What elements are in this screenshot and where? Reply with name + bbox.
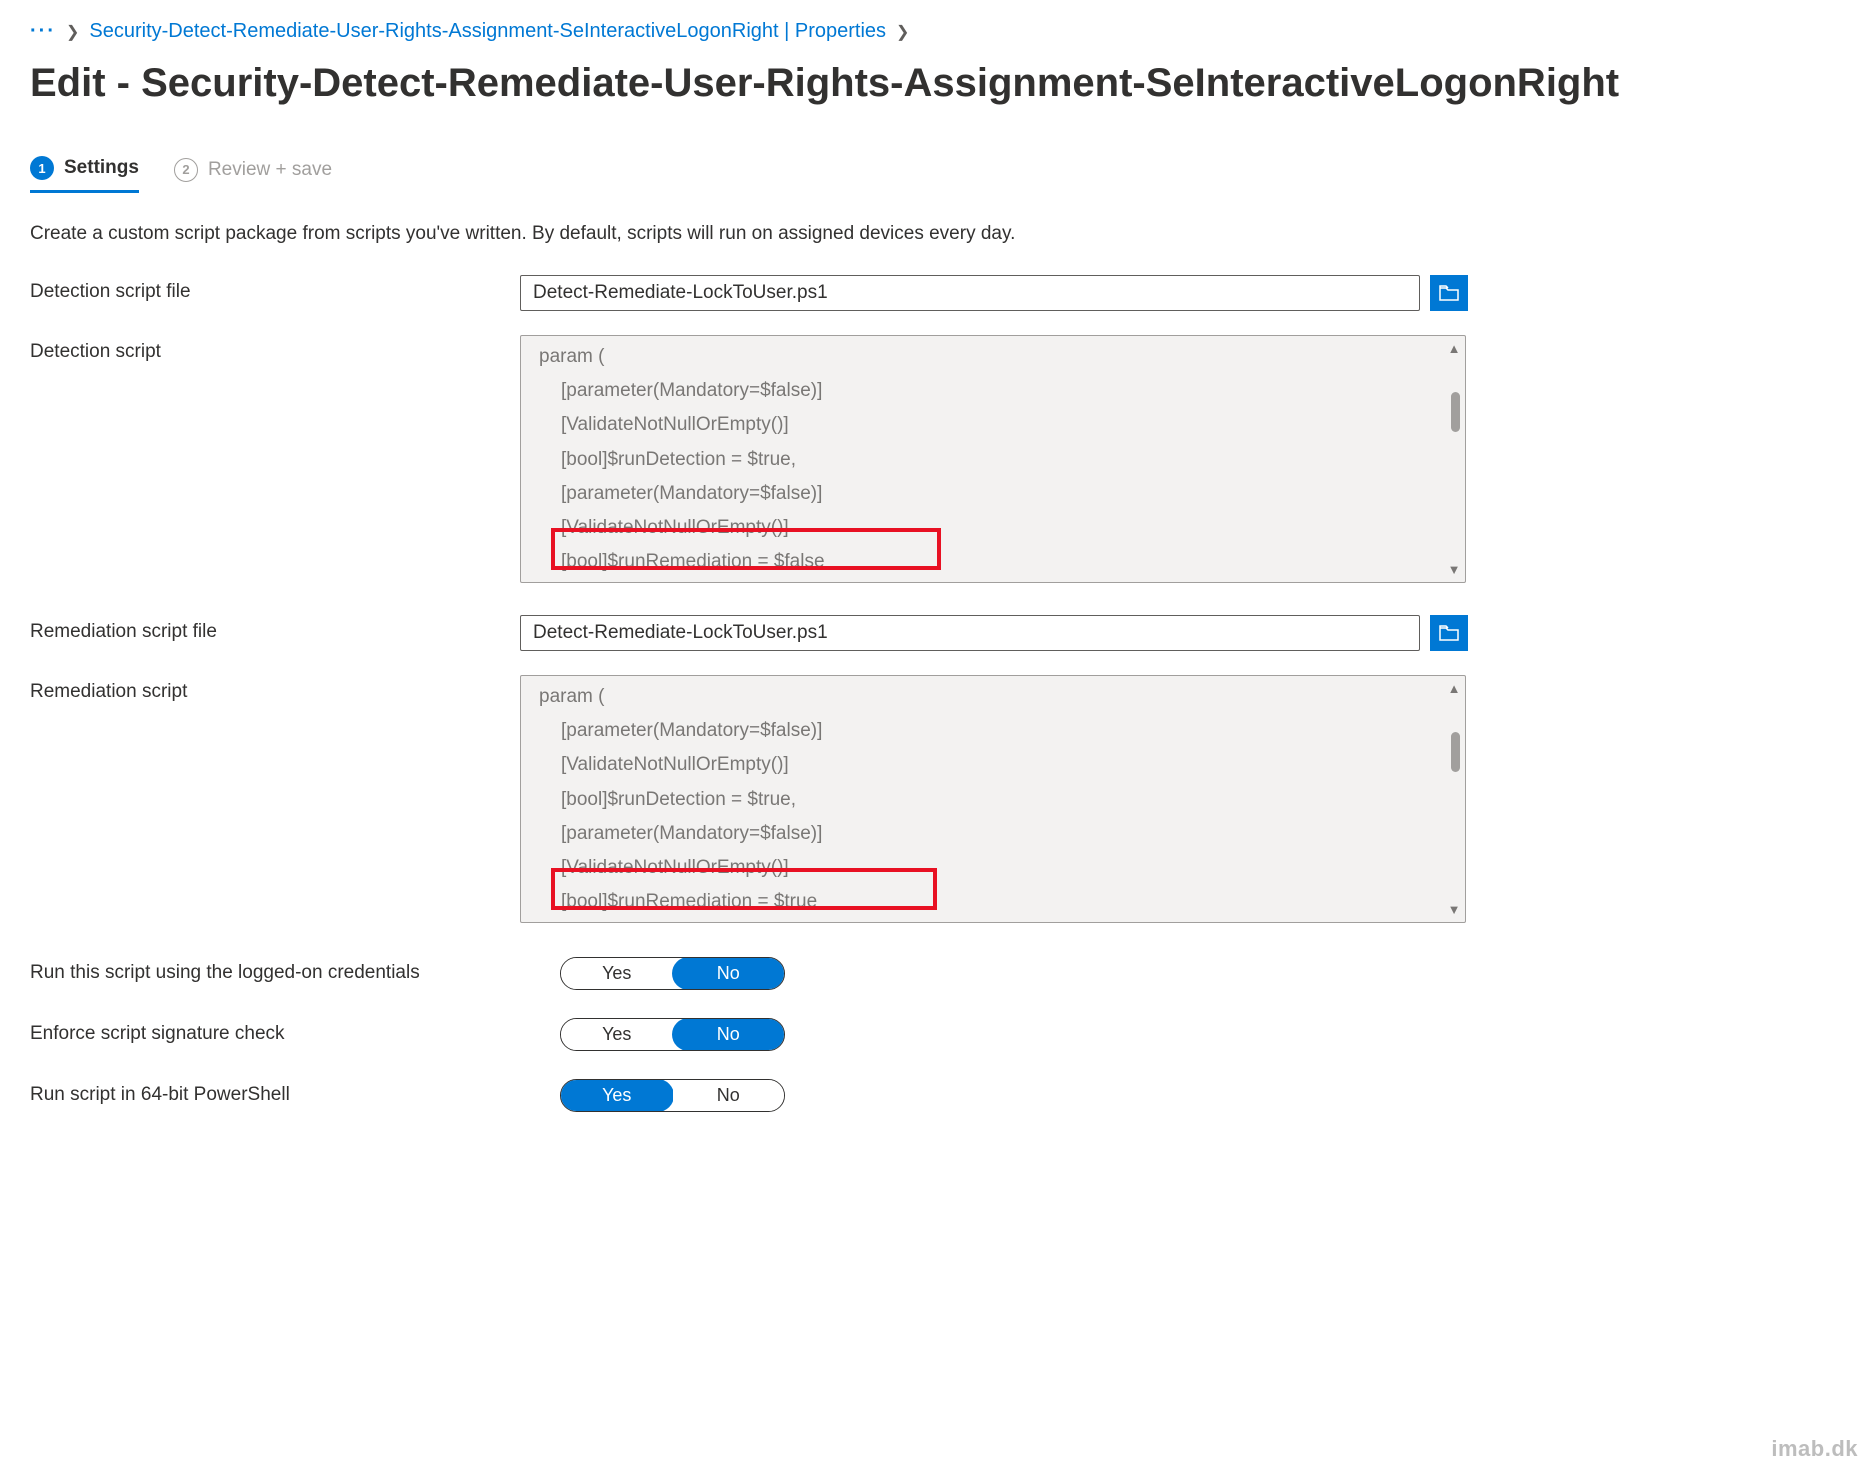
breadcrumb: ··· ❯ Security-Detect-Remediate-User-Rig… (30, 20, 1838, 43)
label-remediation-file: Remediation script file (30, 615, 520, 643)
page-title: Edit - Security-Detect-Remediate-User-Ri… (30, 61, 1838, 106)
detection-file-input[interactable] (520, 275, 1420, 311)
step-badge-1: 1 (30, 156, 54, 180)
wizard-step-settings[interactable]: 1 Settings (30, 156, 139, 193)
toggle-enforce-sig[interactable]: Yes No (560, 1018, 785, 1051)
remediation-file-browse-button[interactable] (1430, 615, 1468, 651)
watermark: imab.dk (1771, 1436, 1858, 1462)
step-label-review: Review + save (208, 159, 332, 181)
step-label-settings: Settings (64, 157, 139, 179)
folder-icon (1439, 285, 1459, 301)
detection-code-content: param ( [parameter(Mandatory=$false)][Va… (539, 340, 1443, 579)
label-run-64bit: Run script in 64-bit PowerShell (30, 1081, 560, 1110)
toggle-run-64bit[interactable]: Yes No (560, 1079, 785, 1112)
detection-script-area[interactable]: param ( [parameter(Mandatory=$false)][Va… (520, 335, 1466, 583)
scrollbar[interactable]: ▲ ▼ (1446, 342, 1462, 576)
chevron-right-icon: ❯ (896, 22, 909, 42)
toggle-no[interactable]: No (672, 957, 786, 990)
label-detection-file: Detection script file (30, 275, 520, 303)
scroll-down-icon[interactable]: ▼ (1448, 903, 1461, 916)
intro-text: Create a custom script package from scri… (30, 223, 1838, 245)
toggle-yes[interactable]: Yes (561, 958, 673, 989)
breadcrumb-ellipsis[interactable]: ··· (30, 20, 56, 43)
folder-icon (1439, 625, 1459, 641)
remediation-script-area[interactable]: param ( [parameter(Mandatory=$false)][Va… (520, 675, 1466, 923)
remediation-code-content: param ( [parameter(Mandatory=$false)][Va… (539, 680, 1443, 919)
toggle-yes[interactable]: Yes (560, 1079, 674, 1112)
step-badge-2: 2 (174, 158, 198, 182)
chevron-right-icon: ❯ (66, 22, 79, 42)
toggle-no[interactable]: No (672, 1018, 786, 1051)
label-enforce-sig: Enforce script signature check (30, 1020, 560, 1049)
toggle-no[interactable]: No (673, 1080, 785, 1111)
scroll-up-icon[interactable]: ▲ (1448, 682, 1461, 695)
breadcrumb-link-properties[interactable]: Security-Detect-Remediate-User-Rights-As… (89, 20, 886, 43)
scroll-down-icon[interactable]: ▼ (1448, 563, 1461, 576)
scroll-thumb[interactable] (1451, 732, 1460, 772)
scroll-thumb[interactable] (1451, 392, 1460, 432)
label-detection-script: Detection script (30, 335, 520, 363)
remediation-file-input[interactable] (520, 615, 1420, 651)
toggle-yes[interactable]: Yes (561, 1019, 673, 1050)
toggle-run-logged-on[interactable]: Yes No (560, 957, 785, 990)
label-run-logged-on: Run this script using the logged-on cred… (30, 959, 560, 988)
scroll-up-icon[interactable]: ▲ (1448, 342, 1461, 355)
wizard-step-review[interactable]: 2 Review + save (174, 156, 332, 193)
wizard-steps: 1 Settings 2 Review + save (30, 156, 1838, 193)
detection-file-browse-button[interactable] (1430, 275, 1468, 311)
label-remediation-script: Remediation script (30, 675, 520, 703)
scrollbar[interactable]: ▲ ▼ (1446, 682, 1462, 916)
